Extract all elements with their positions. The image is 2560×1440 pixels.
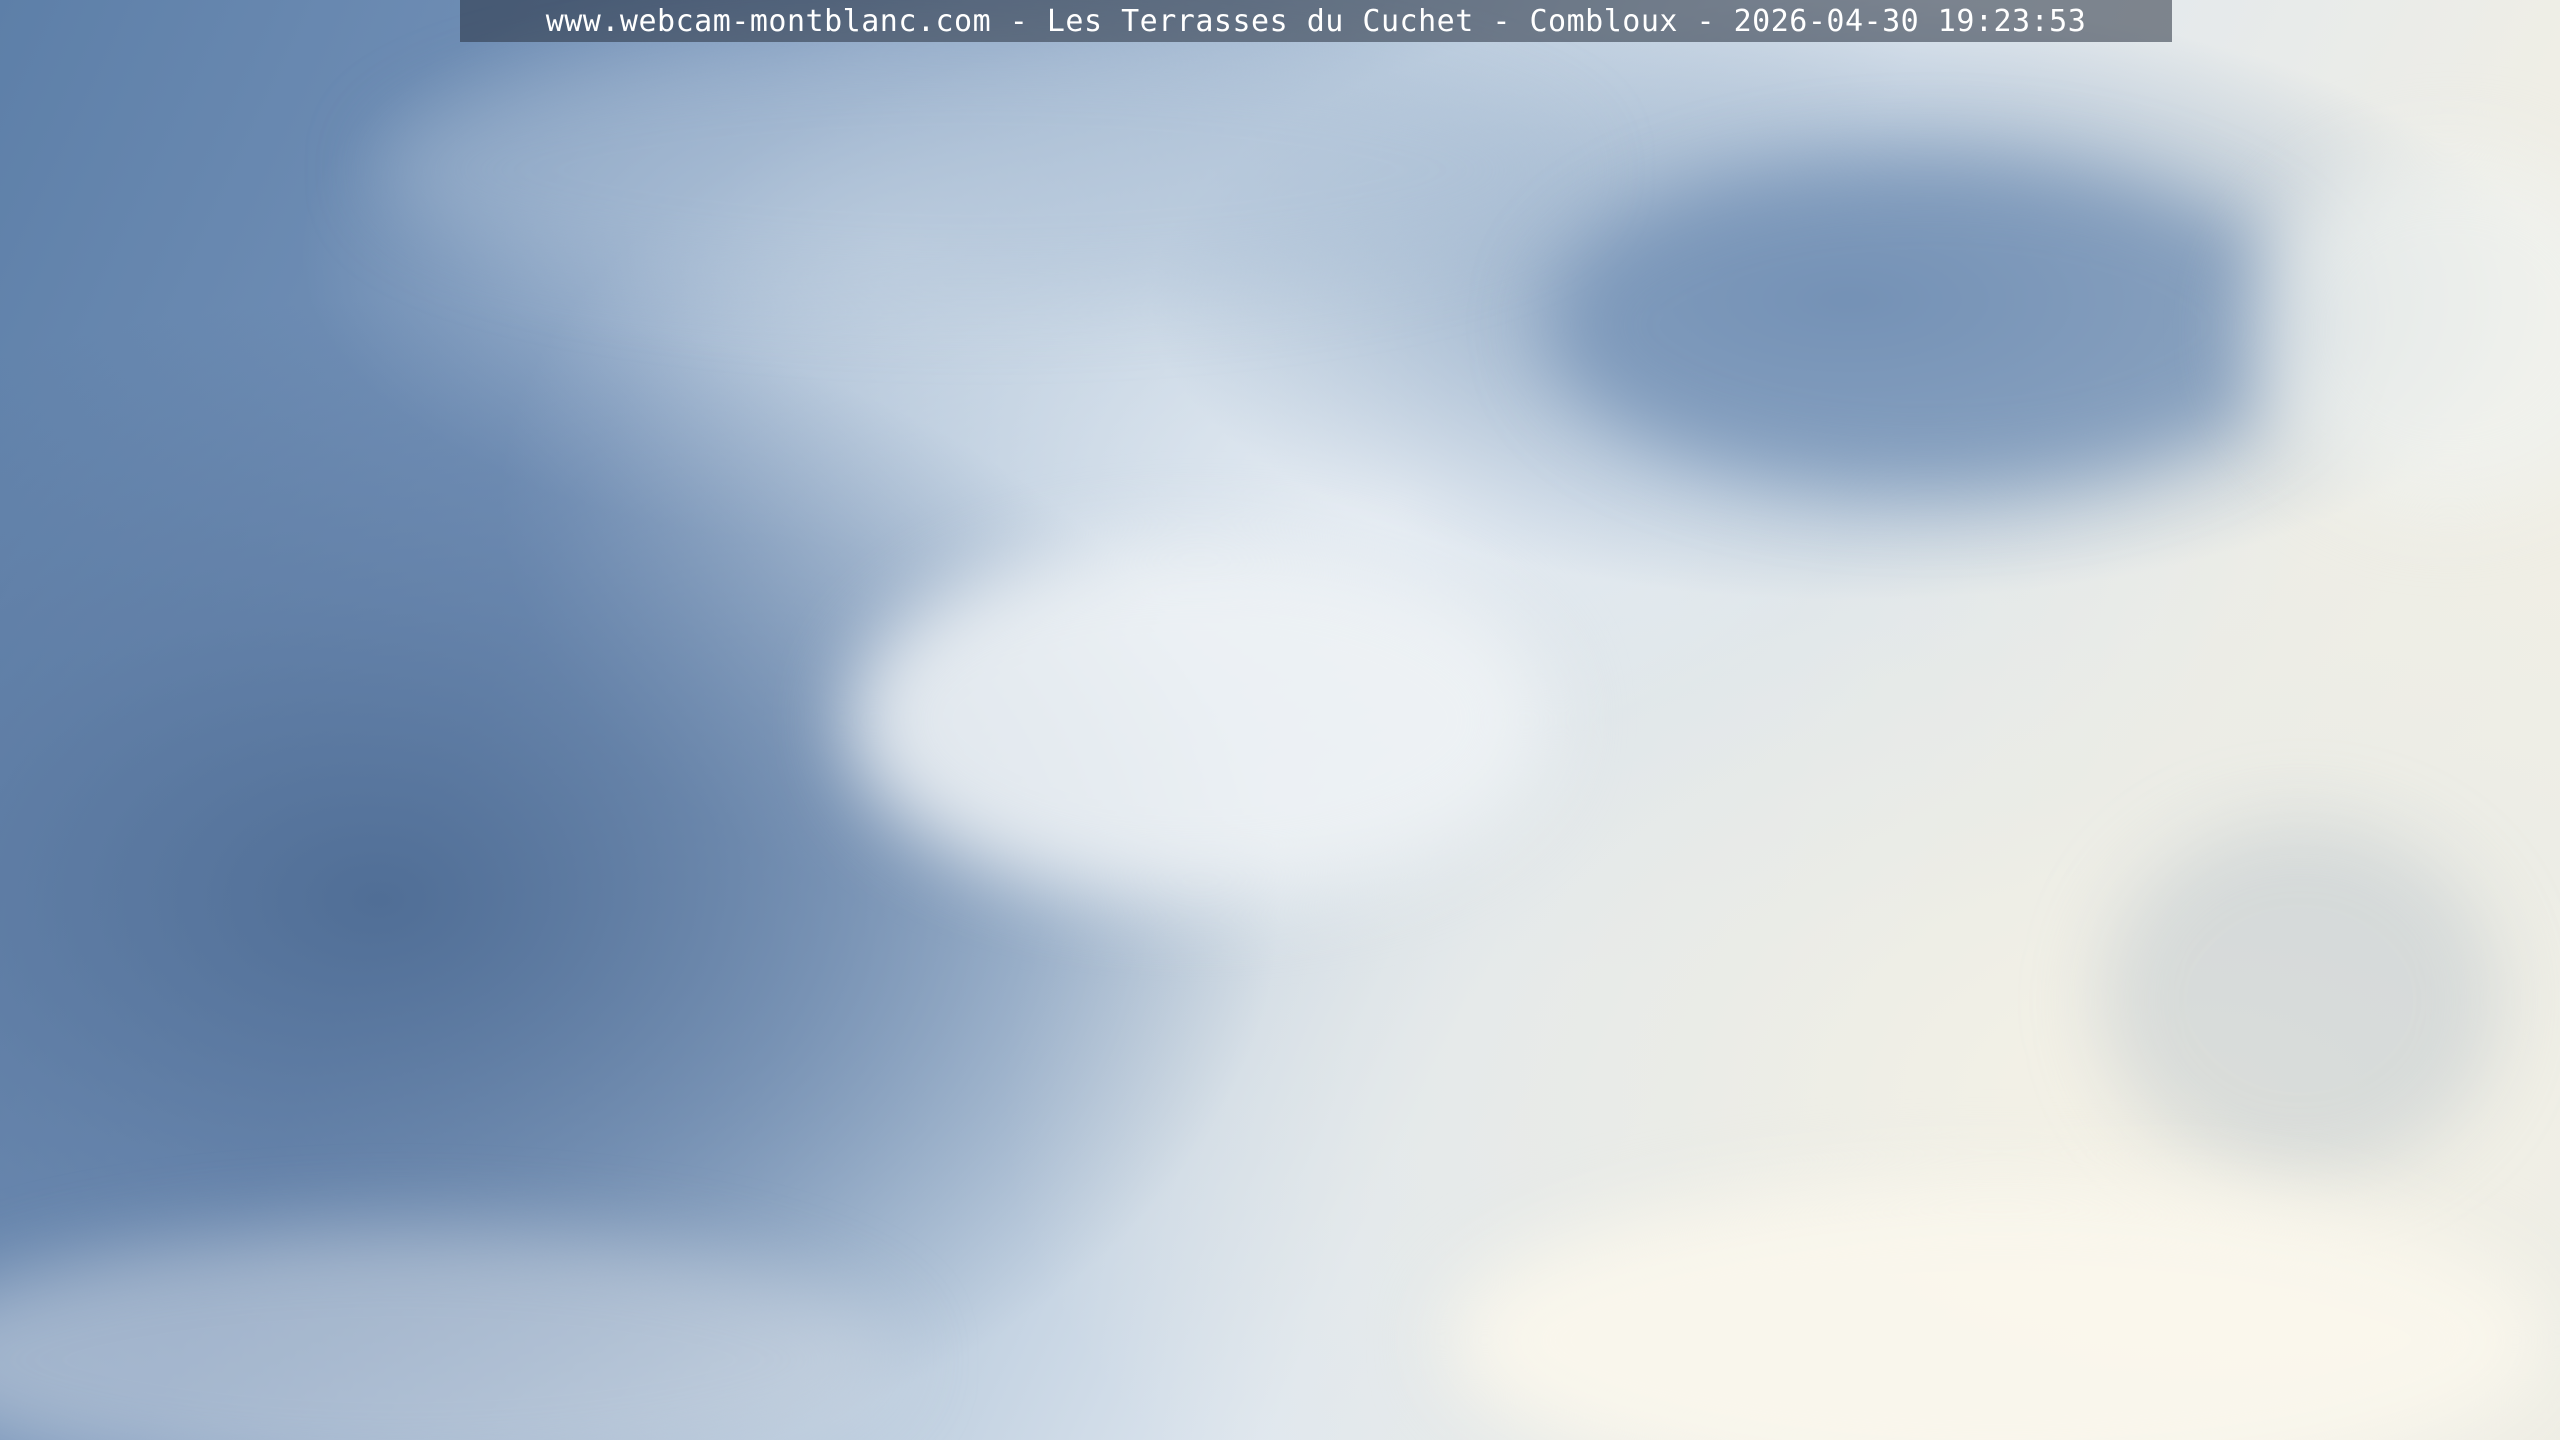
webcam-frame: www.webcam-montblanc.com - Les Terrasses… xyxy=(0,0,2560,1440)
sky-photo xyxy=(0,0,2560,1440)
webcam-caption: www.webcam-montblanc.com - Les Terrasses… xyxy=(545,3,2087,39)
cloud xyxy=(2100,820,2500,1180)
cloud xyxy=(850,540,1550,900)
cloud xyxy=(380,40,1580,300)
webcam-caption-bar: www.webcam-montblanc.com - Les Terrasses… xyxy=(460,0,2172,42)
cloud xyxy=(1450,1180,2550,1440)
cloud xyxy=(0,1230,900,1440)
cloud xyxy=(1550,160,2310,490)
cloud xyxy=(2250,150,2560,510)
